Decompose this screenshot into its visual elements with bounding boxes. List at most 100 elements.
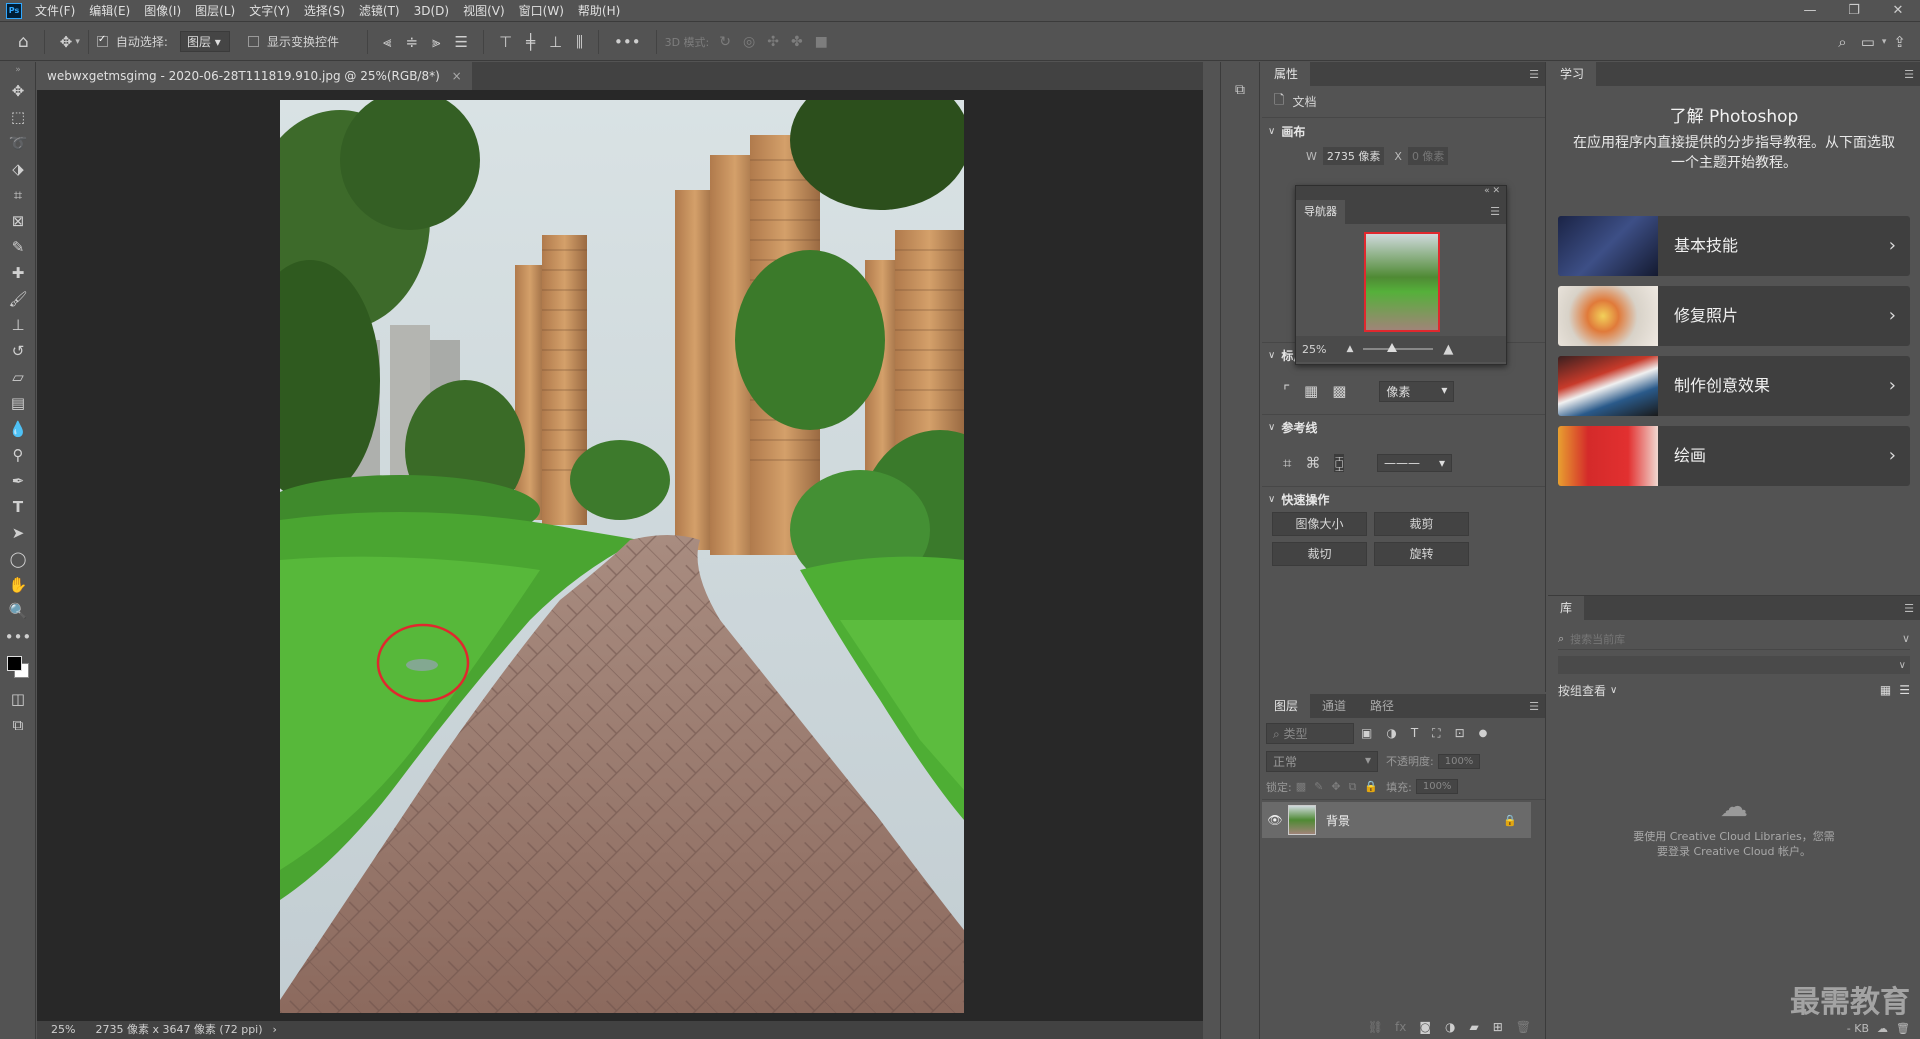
- share-icon[interactable]: ⇪: [1893, 33, 1906, 51]
- filter-pixel-icon[interactable]: ▣: [1361, 726, 1372, 740]
- pixel-grid-icon[interactable]: ▩: [1332, 382, 1346, 400]
- zoom-out-icon[interactable]: ▲: [1346, 344, 1353, 354]
- panel-menu-icon[interactable]: ☰: [1529, 700, 1539, 713]
- navigator-zoom[interactable]: 25%: [1302, 343, 1326, 356]
- distribute-horizontal-icon[interactable]: ⫼: [576, 33, 583, 51]
- zoom-in-icon[interactable]: ▲: [1443, 342, 1453, 357]
- grid-view-icon[interactable]: ▦: [1880, 683, 1891, 697]
- delete-layer-icon[interactable]: 🗑: [1516, 1020, 1531, 1034]
- more-options-icon[interactable]: •••: [614, 33, 641, 51]
- group-by-dropdown[interactable]: 按组查看: [1558, 682, 1606, 699]
- type-tool-icon[interactable]: T: [0, 494, 36, 520]
- document-tab[interactable]: webwxgetmsgimg - 2020-06-28T111819.910.j…: [37, 62, 472, 90]
- menu-edit[interactable]: 编辑(E): [82, 0, 137, 22]
- width-field[interactable]: 2735 像素: [1322, 147, 1385, 165]
- auto-select-checkbox[interactable]: [96, 34, 108, 47]
- panel-menu-icon[interactable]: ☰: [1529, 68, 1539, 81]
- close-button[interactable]: ✕: [1876, 0, 1920, 22]
- eyedropper-tool-icon[interactable]: ✎: [0, 234, 36, 260]
- brush-tool-icon[interactable]: 🖌: [0, 286, 36, 312]
- history-panel-icon[interactable]: ⧉: [1221, 82, 1259, 98]
- zoom-slider-handle[interactable]: [1387, 343, 1398, 352]
- panel-menu-icon[interactable]: ☰: [1904, 68, 1914, 81]
- panel-menu-icon[interactable]: ☰: [1904, 602, 1914, 615]
- clone-stamp-tool-icon[interactable]: ⊥: [0, 312, 36, 338]
- filter-adjustment-icon[interactable]: ◑: [1386, 726, 1396, 740]
- search-icon[interactable]: ⌕: [1838, 33, 1846, 51]
- navigator-preview[interactable]: [1296, 224, 1506, 336]
- lock-artboard-icon[interactable]: ⧉: [1349, 780, 1357, 794]
- tab-paths[interactable]: 路径: [1358, 694, 1406, 718]
- menu-layer[interactable]: 图层(L): [188, 0, 242, 22]
- tab-properties[interactable]: 属性: [1262, 62, 1311, 86]
- crop-tool-icon[interactable]: ⌗: [0, 182, 36, 208]
- quick-actions-header[interactable]: ∨ 快速操作: [1262, 486, 1545, 512]
- menu-3d[interactable]: 3D(D): [407, 0, 456, 22]
- dodge-tool-icon[interactable]: ⚲: [0, 442, 36, 468]
- lock-all-icon[interactable]: 🔒: [1364, 780, 1378, 793]
- eraser-tool-icon[interactable]: ▱: [0, 364, 36, 390]
- tab-layers[interactable]: 图层: [1262, 694, 1311, 718]
- menu-type[interactable]: 文字(Y): [242, 0, 297, 22]
- healing-brush-tool-icon[interactable]: ✚: [0, 260, 36, 286]
- learn-card-basics[interactable]: 基本技能 ›: [1558, 216, 1910, 276]
- gradient-tool-icon[interactable]: ▤: [0, 390, 36, 416]
- learn-card-painting[interactable]: 绘画 ›: [1558, 426, 1910, 486]
- menu-window[interactable]: 窗口(W): [512, 0, 571, 22]
- tab-navigator[interactable]: 导航器: [1296, 200, 1345, 224]
- align-top-icon[interactable]: ⊤: [499, 33, 512, 51]
- crop-button[interactable]: 裁剪: [1374, 512, 1469, 536]
- image-size-button[interactable]: 图像大小: [1272, 512, 1367, 536]
- move-tool-icon[interactable]: ✥: [60, 33, 73, 51]
- layer-filter-dropdown[interactable]: ⌕ 类型: [1266, 722, 1354, 744]
- trim-button[interactable]: 裁切: [1272, 542, 1367, 566]
- guide-layout-icon[interactable]: ⌘: [1305, 454, 1320, 472]
- zoom-tool-icon[interactable]: 🔍: [0, 598, 36, 624]
- document-image[interactable]: [280, 100, 964, 1013]
- ruler-icon[interactable]: ⌜: [1283, 382, 1290, 400]
- menu-file[interactable]: 文件(F): [28, 0, 82, 22]
- chevron-down-icon[interactable]: ▾: [75, 37, 80, 47]
- library-select-dropdown[interactable]: ∨: [1558, 656, 1910, 674]
- add-mask-icon[interactable]: ◙: [1419, 1020, 1431, 1034]
- menu-image[interactable]: 图像(I): [137, 0, 188, 22]
- lock-position-icon[interactable]: ✥: [1331, 780, 1340, 793]
- tab-learn[interactable]: 学习: [1548, 62, 1597, 86]
- blur-tool-icon[interactable]: 💧: [0, 416, 36, 442]
- align-bottom-icon[interactable]: ⊥: [549, 33, 562, 51]
- distribute-vertical-icon[interactable]: ☰: [454, 33, 467, 51]
- ellipse-tool-icon[interactable]: ◯: [0, 546, 36, 572]
- delete-icon[interactable]: 🗑: [1896, 1022, 1910, 1035]
- layer-row[interactable]: 👁 背景 🔒: [1262, 802, 1531, 838]
- home-icon[interactable]: ⌂: [18, 32, 29, 52]
- status-arrow[interactable]: ›: [273, 1021, 277, 1039]
- visibility-eye-icon[interactable]: 👁: [1262, 813, 1288, 827]
- screen-mode-icon[interactable]: ⧉: [0, 712, 36, 738]
- guides-icon[interactable]: ⌗: [1283, 454, 1291, 472]
- menu-select[interactable]: 选择(S): [297, 0, 352, 22]
- zoom-slider[interactable]: [1363, 343, 1434, 352]
- library-search[interactable]: ⌕ 搜索当前库 ∨: [1558, 628, 1910, 650]
- align-middle-icon[interactable]: ╪: [526, 33, 535, 51]
- lock-paint-icon[interactable]: ✎: [1314, 780, 1323, 793]
- panel-menu-icon[interactable]: ☰: [1490, 205, 1500, 218]
- move-tool-icon[interactable]: ✥: [0, 78, 36, 104]
- adjustment-layer-icon[interactable]: ◑: [1445, 1020, 1455, 1034]
- quick-mask-icon[interactable]: ◫: [0, 686, 36, 712]
- tab-channels[interactable]: 通道: [1310, 694, 1358, 718]
- filter-type-icon[interactable]: T: [1411, 726, 1418, 740]
- path-select-tool-icon[interactable]: ➤: [0, 520, 36, 546]
- cloud-sync-icon[interactable]: ☁: [1877, 1022, 1888, 1035]
- align-right-icon[interactable]: ⫸: [432, 33, 440, 51]
- smart-guides-icon[interactable]: ⧮: [1334, 454, 1345, 472]
- menu-help[interactable]: 帮助(H): [571, 0, 627, 22]
- learn-card-fix-photos[interactable]: 修复照片 ›: [1558, 286, 1910, 346]
- lock-transparent-icon[interactable]: ▩: [1296, 780, 1306, 793]
- auto-select-dropdown[interactable]: 图层 ▾: [179, 31, 230, 52]
- new-layer-icon[interactable]: ⊞: [1493, 1020, 1503, 1034]
- foreground-color-swatch[interactable]: [7, 656, 22, 671]
- layer-name[interactable]: 背景: [1326, 812, 1350, 829]
- quick-select-tool-icon[interactable]: ⬗: [0, 156, 36, 182]
- edit-toolbar-icon[interactable]: •••: [0, 624, 36, 650]
- chevron-down-icon[interactable]: ∨: [1902, 632, 1910, 645]
